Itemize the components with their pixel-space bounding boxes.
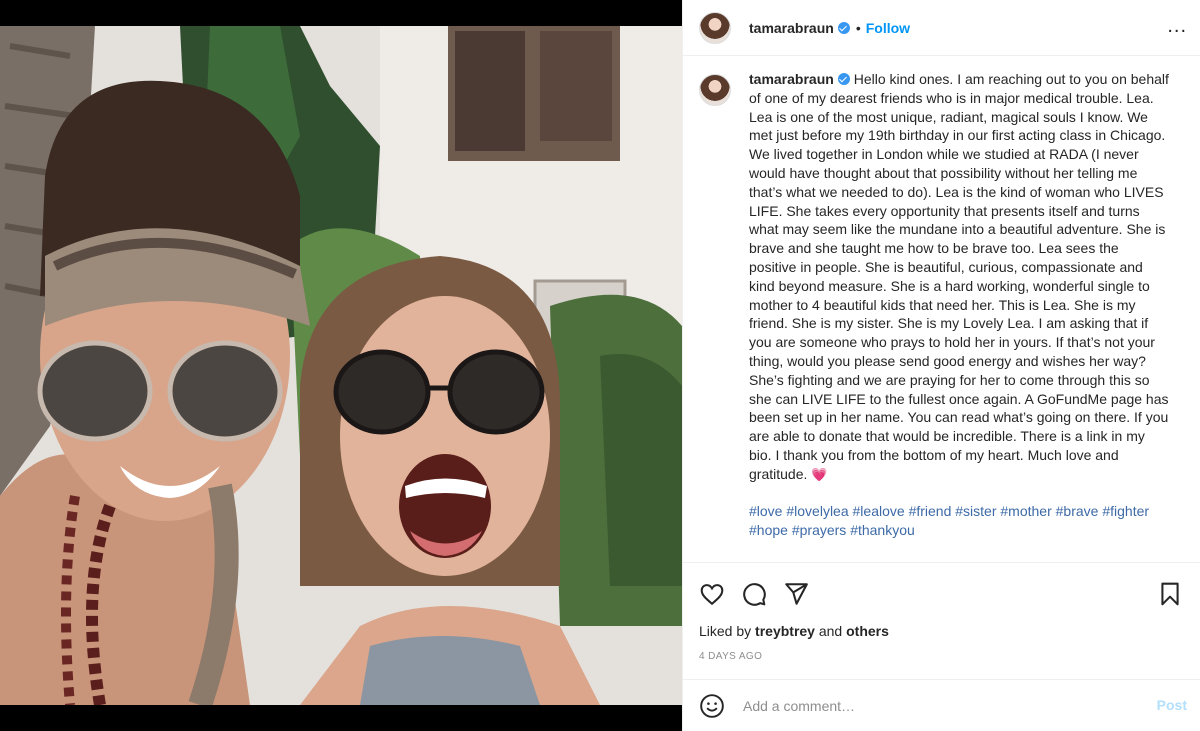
caption-avatar[interactable] <box>699 74 731 106</box>
author-avatar[interactable] <box>699 11 731 44</box>
caption-verified-badge-icon <box>837 73 850 85</box>
post-date[interactable]: 4 DAYS AGO <box>699 651 762 662</box>
pink-heart-emoji: 💗 <box>811 466 828 482</box>
author-username[interactable]: tamarabraun <box>749 20 834 36</box>
hashtag-link[interactable]: #brave <box>1056 503 1099 519</box>
hashtag-link[interactable]: #lovelylea <box>786 503 848 519</box>
post-photo[interactable] <box>0 26 682 705</box>
hashtag-link[interactable]: #love <box>749 503 782 519</box>
hashtag-link[interactable]: #sister <box>955 503 996 519</box>
comment-input[interactable] <box>743 697 1133 714</box>
likes-summary: Liked by treybtrey and others <box>699 623 889 639</box>
hashtag-link[interactable]: #mother <box>1000 503 1051 519</box>
post-comment-button[interactable]: Post <box>1157 697 1187 713</box>
heart-outline-icon[interactable] <box>699 581 727 609</box>
likes-middle: and <box>818 623 843 639</box>
hashtag-link[interactable]: #thankyou <box>850 522 915 538</box>
hashtag-list: #love #lovelylea #lealove #friend #siste… <box>749 502 1169 540</box>
liked-by-user[interactable]: treybtrey <box>755 623 815 639</box>
post-sidebar: tamarabraun • Follow ... tamarabraun Hel… <box>682 0 1200 731</box>
caption-row: tamarabraun Hello kind ones. I am reachi… <box>699 70 1185 485</box>
caption-body: Hello kind ones. I am reaching out to yo… <box>749 71 1169 482</box>
verified-badge-icon <box>837 21 850 34</box>
hashtag-link[interactable]: #hope <box>749 522 788 538</box>
send-icon[interactable] <box>783 581 811 609</box>
likes-others-link[interactable]: others <box>846 623 889 639</box>
follow-button[interactable]: Follow <box>866 20 910 36</box>
caption-text: tamarabraun Hello kind ones. I am reachi… <box>749 70 1169 485</box>
post-header: tamarabraun • Follow ... <box>683 0 1200 56</box>
comment-bar: Post <box>683 679 1200 731</box>
hashtag-link[interactable]: #prayers <box>792 522 846 538</box>
more-options-icon[interactable]: ... <box>1167 16 1187 36</box>
instagram-post: tamarabraun • Follow ... tamarabraun Hel… <box>0 0 1200 731</box>
separator-dot: • <box>855 19 861 36</box>
selfie-photo-illustration <box>0 26 682 705</box>
hashtag-link[interactable]: #friend <box>909 503 952 519</box>
bookmark-icon[interactable] <box>1157 581 1185 609</box>
post-media <box>0 0 682 731</box>
action-icons-row <box>699 581 1185 609</box>
caption-username[interactable]: tamarabraun <box>749 71 834 87</box>
hashtag-link[interactable]: #fighter <box>1102 503 1149 519</box>
smiley-icon[interactable] <box>699 693 725 719</box>
comment-icon[interactable] <box>741 581 769 609</box>
post-actions: Liked by treybtrey and others 4 DAYS AGO… <box>683 562 1200 731</box>
likes-prefix: Liked by <box>699 623 752 639</box>
hashtag-link[interactable]: #lealove <box>853 503 905 519</box>
caption-scroll-area[interactable]: tamarabraun Hello kind ones. I am reachi… <box>683 70 1200 562</box>
